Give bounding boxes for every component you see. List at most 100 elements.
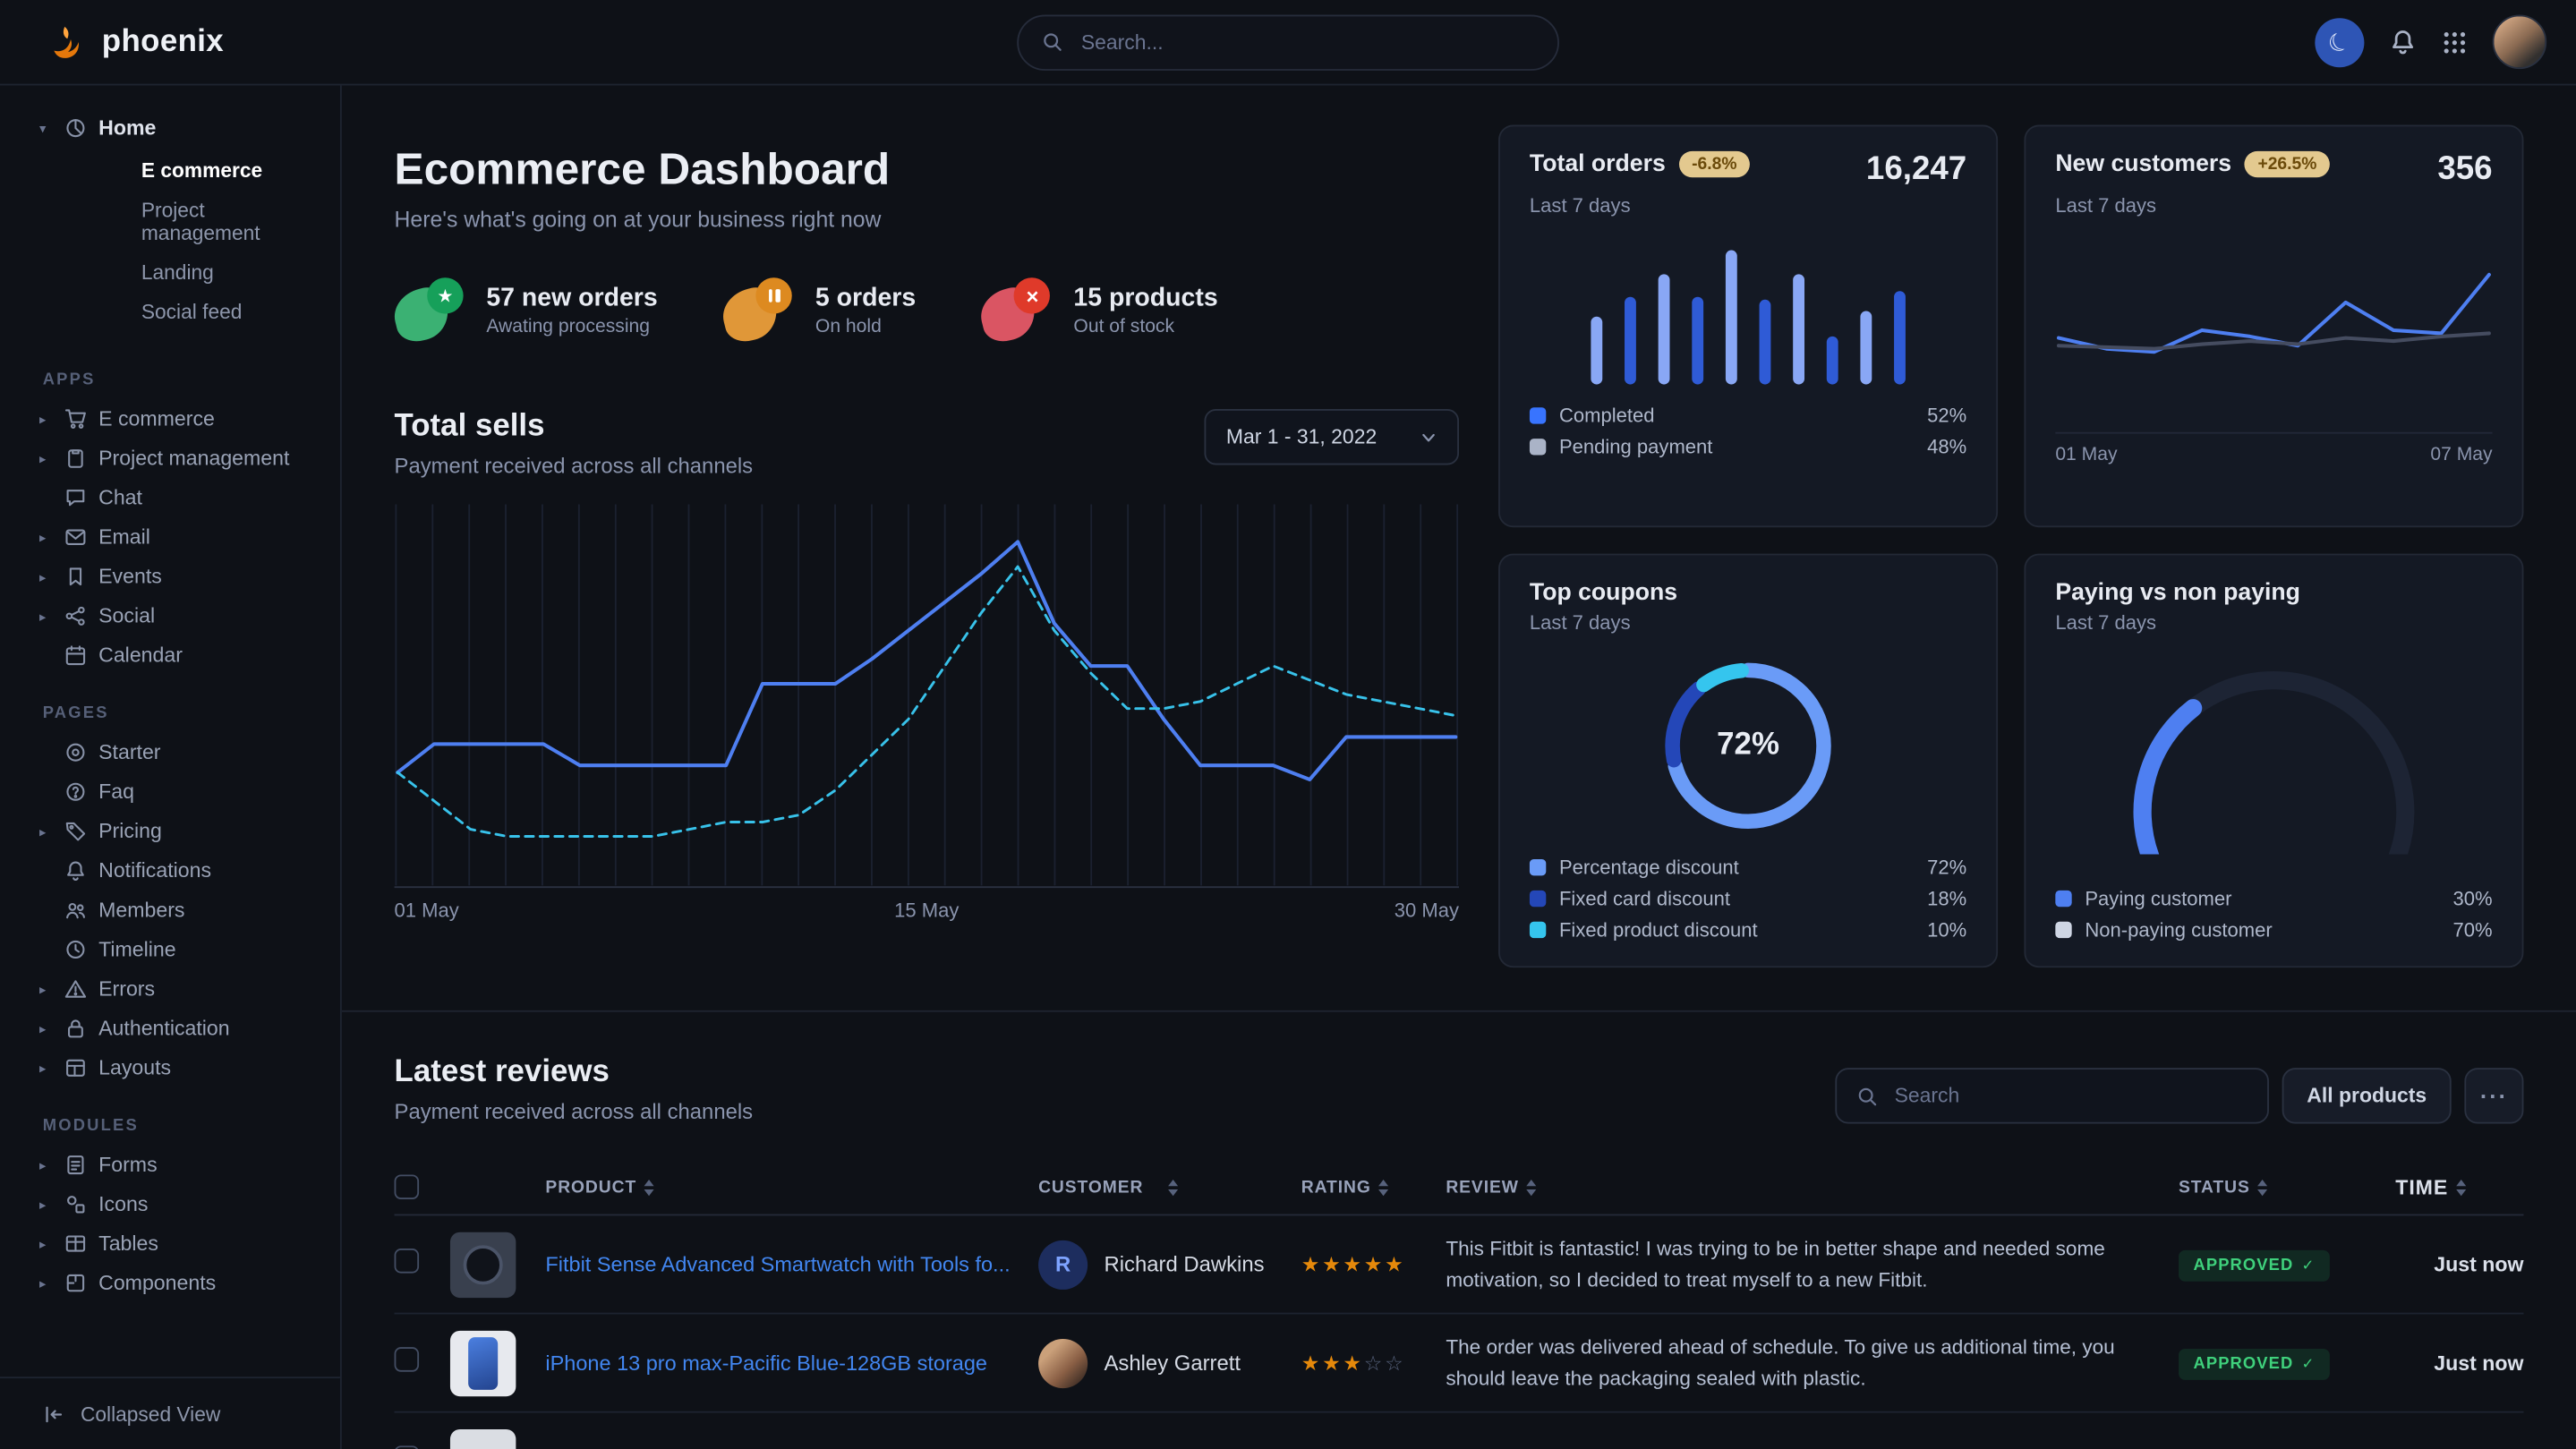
warning-icon (64, 977, 88, 1001)
sidebar-item-label: Project management (98, 447, 289, 470)
sidebar-item-label: Social (98, 604, 155, 627)
stat-description: On hold (815, 317, 916, 337)
aperture-icon (64, 741, 88, 764)
star-stat-icon: ★ (395, 277, 467, 343)
caret-right-icon: ▸ (39, 609, 55, 624)
chat-icon (64, 486, 88, 509)
sidebar-item-events[interactable]: ▸ Events (0, 557, 340, 596)
collapse-icon (43, 1402, 66, 1426)
legend-item: Percentage discount 72% (1530, 851, 1966, 882)
sidebar-item-email[interactable]: ▸ Email (0, 517, 340, 557)
sidebar-item-forms[interactable]: ▸ Forms (0, 1145, 340, 1184)
more-options-button[interactable]: ··· (2464, 1068, 2523, 1123)
reviews-search-input[interactable] (1891, 1083, 2248, 1109)
select-all-checkbox[interactable] (395, 1174, 420, 1199)
paying-legend: Paying customer 30% Non-paying customer … (2055, 882, 2492, 945)
sidebar-item-layouts[interactable]: ▸ Layouts (0, 1048, 340, 1087)
sidebar-item-icons[interactable]: ▸ Icons (0, 1184, 340, 1223)
sidebar-item-pricing[interactable]: ▸ Pricing (0, 812, 340, 851)
column-header-rating[interactable]: RATING (1301, 1177, 1446, 1197)
card-title: Paying vs non paying (2055, 580, 2492, 606)
sidebar-item-authentication[interactable]: ▸ Authentication (0, 1009, 340, 1048)
sidebar-item-components[interactable]: ▸ Components (0, 1264, 340, 1303)
brand[interactable]: phoenix (46, 21, 224, 64)
new-customers-badge: +26.5% (2245, 151, 2330, 177)
user-avatar[interactable] (2493, 15, 2547, 70)
sort-icon[interactable] (1379, 1179, 1389, 1195)
sidebar-item-e-commerce[interactable]: E commerce (0, 151, 340, 191)
total-sells-header: Total sells Payment received across all … (395, 409, 1459, 478)
date-range-select[interactable]: Mar 1 - 31, 2022 (1205, 409, 1459, 465)
top-coupons-center-value: 72% (1656, 654, 1840, 839)
caret-right-icon: ▸ (39, 1275, 55, 1291)
product-link[interactable]: Fitbit Sense Advanced Smartwatch with To… (545, 1251, 1010, 1276)
grid-icon (2442, 29, 2468, 55)
sort-icon[interactable] (1168, 1179, 1178, 1195)
caret-right-icon: ▸ (39, 824, 55, 840)
sort-icon[interactable] (644, 1179, 654, 1195)
sidebar-item-starter[interactable]: Starter (0, 733, 340, 772)
sidebar-item-home[interactable]: ▾ Home (0, 108, 340, 148)
legend-item: Paying customer 30% (2055, 882, 2492, 914)
legend-item: Non-paying customer 70% (2055, 914, 2492, 945)
sidebar-item-project-management[interactable]: ▸ Project management (0, 439, 340, 478)
legend-label: Fixed card discount (1559, 886, 1914, 909)
legend-label: Non-paying customer (2085, 917, 2439, 941)
caret-right-icon: ▸ (39, 530, 55, 545)
reviews-table: PRODUCT CUSTOMER RATING REVIEW STATUS TI… (395, 1160, 2524, 1449)
sort-icon[interactable] (2258, 1179, 2268, 1195)
all-products-button[interactable]: All products (2282, 1068, 2452, 1123)
reviews-search[interactable] (1835, 1068, 2269, 1123)
sidebar-item-e-commerce[interactable]: ▸ E commerce (0, 399, 340, 439)
sidebar-item-errors[interactable]: ▸ Errors (0, 969, 340, 1009)
card-period: Last 7 days (2055, 611, 2492, 635)
apps-grid-button[interactable] (2442, 29, 2468, 55)
review-text: This Fitbit is fantastic! I was trying t… (1446, 1234, 2139, 1295)
column-header-product[interactable]: PRODUCT (545, 1177, 1038, 1197)
review-time: Just now (2395, 1253, 2523, 1276)
users-icon (64, 899, 88, 922)
caret-right-icon: ▸ (39, 569, 55, 584)
stat-value: 5 orders (815, 285, 916, 314)
row-checkbox[interactable] (395, 1445, 420, 1449)
sidebar-item-notifications[interactable]: Notifications (0, 851, 340, 891)
row-checkbox[interactable] (395, 1346, 420, 1371)
notifications-button[interactable] (2389, 28, 2417, 55)
theme-toggle-button[interactable]: ☾ (2315, 17, 2364, 66)
product-link[interactable]: iPhone 13 pro max-Pacific Blue-128GB sto… (545, 1350, 987, 1375)
sidebar-item-label: Events (98, 565, 162, 588)
layout-icon (64, 1056, 88, 1079)
sidebar-item-chat[interactable]: Chat (0, 478, 340, 517)
sidebar-section-apps: APPS (43, 371, 340, 389)
sidebar-item-label: Icons (98, 1193, 148, 1216)
sidebar-item-landing[interactable]: Landing (0, 253, 340, 293)
column-header-status[interactable]: STATUS (2179, 1177, 2395, 1197)
column-header-time[interactable]: TIME (2395, 1175, 2523, 1198)
table-row: iPhone 13 pro max-Pacific Blue-128GB sto… (395, 1314, 2524, 1412)
sidebar-item-social-feed[interactable]: Social feed (0, 293, 340, 332)
product-image (450, 1428, 516, 1449)
sidebar-item-calendar[interactable]: Calendar (0, 635, 340, 675)
row-checkbox[interactable] (395, 1248, 420, 1273)
shapes-icon (64, 1193, 88, 1216)
navbar-search[interactable] (1017, 14, 1559, 70)
sort-icon[interactable] (1527, 1179, 1537, 1195)
legend-swatch (1530, 921, 1546, 937)
stat-description: Awating processing (486, 317, 657, 337)
top-coupons-chart: 72% (1656, 654, 1840, 839)
sidebar-item-project-management[interactable]: Project management (0, 191, 340, 253)
collapsed-view-toggle[interactable]: Collapsed View (0, 1377, 340, 1449)
sidebar-item-members[interactable]: Members (0, 891, 340, 930)
column-header-customer[interactable]: CUSTOMER (1038, 1177, 1301, 1197)
sidebar-item-tables[interactable]: ▸ Tables (0, 1224, 340, 1264)
sidebar-item-faq[interactable]: Faq (0, 772, 340, 812)
sort-icon[interactable] (2456, 1179, 2466, 1195)
sidebar-item-label: Faq (98, 780, 134, 804)
sidebar-item-timeline[interactable]: Timeline (0, 930, 340, 969)
card-paying-vs-non-paying: Paying vs non paying Last 7 days Paying … (2024, 554, 2523, 968)
navbar-search-input[interactable] (1078, 29, 1534, 55)
sidebar-item-social[interactable]: ▸ Social (0, 596, 340, 635)
legend-value: 70% (2452, 917, 2492, 941)
top-coupons-legend: Percentage discount 72% Fixed card disco… (1530, 851, 1966, 945)
column-header-review[interactable]: REVIEW (1446, 1177, 2179, 1197)
